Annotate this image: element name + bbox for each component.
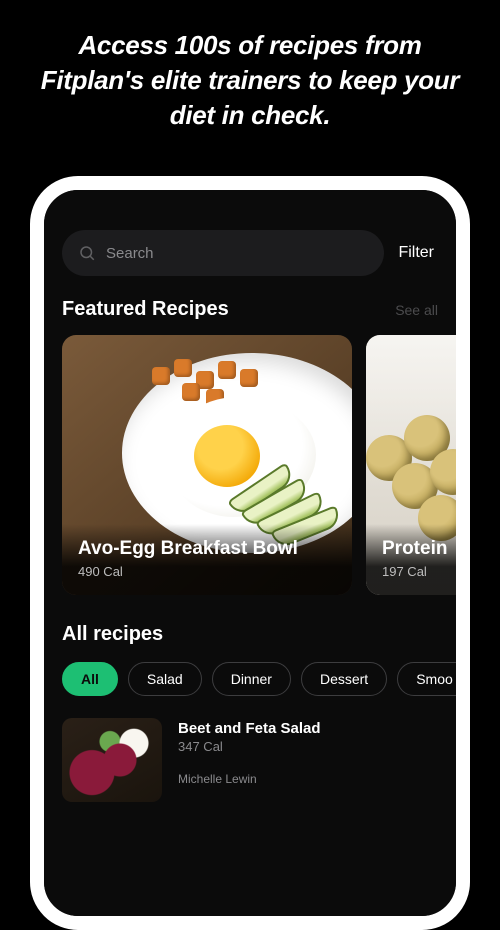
- recipe-title: Beet and Feta Salad: [178, 720, 321, 737]
- featured-card[interactable]: Protein 197 Cal: [366, 335, 456, 595]
- featured-title: Featured Recipes: [62, 298, 229, 321]
- recipe-author: Michelle Lewin: [178, 772, 321, 786]
- recipe-calories: 347 Cal: [178, 739, 321, 754]
- see-all-link[interactable]: See all: [395, 302, 438, 318]
- promo-headline: Access 100s of recipes from Fitplan's el…: [0, 0, 500, 157]
- featured-header: Featured Recipes See all: [62, 298, 438, 321]
- phone-frame: Filter Featured Recipes See all Avo-Egg …: [30, 176, 470, 930]
- featured-card[interactable]: Avo-Egg Breakfast Bowl 490 Cal: [62, 335, 352, 595]
- chip-dessert[interactable]: Dessert: [301, 662, 387, 696]
- recipe-meta: Beet and Feta Salad 347 Cal Michelle Lew…: [178, 718, 321, 786]
- recipe-calories: 197 Cal: [382, 564, 456, 579]
- chip-dinner[interactable]: Dinner: [212, 662, 291, 696]
- chip-salad[interactable]: Salad: [128, 662, 202, 696]
- search-field-wrap[interactable]: [62, 230, 384, 276]
- recipe-title: Protein: [382, 538, 456, 560]
- recipe-calories: 490 Cal: [78, 564, 336, 579]
- recipe-thumbnail: [62, 718, 162, 802]
- filter-button[interactable]: Filter: [398, 244, 438, 262]
- featured-carousel[interactable]: Avo-Egg Breakfast Bowl 490 Cal Protein 1…: [44, 335, 456, 595]
- card-overlay: Protein 197 Cal: [366, 524, 456, 595]
- category-chips[interactable]: All Salad Dinner Dessert Smoo: [44, 662, 456, 696]
- all-recipes-title: All recipes: [62, 623, 438, 646]
- chip-smoothie[interactable]: Smoo: [397, 662, 456, 696]
- search-input[interactable]: [106, 245, 368, 262]
- chip-all[interactable]: All: [62, 662, 118, 696]
- recipe-title: Avo-Egg Breakfast Bowl: [78, 538, 336, 560]
- search-row: Filter: [62, 230, 438, 276]
- app-screen: Filter Featured Recipes See all Avo-Egg …: [44, 190, 456, 916]
- card-overlay: Avo-Egg Breakfast Bowl 490 Cal: [62, 524, 352, 595]
- list-item[interactable]: Beet and Feta Salad 347 Cal Michelle Lew…: [62, 718, 438, 802]
- recipe-list: Beet and Feta Salad 347 Cal Michelle Lew…: [44, 718, 456, 802]
- search-icon: [78, 244, 96, 262]
